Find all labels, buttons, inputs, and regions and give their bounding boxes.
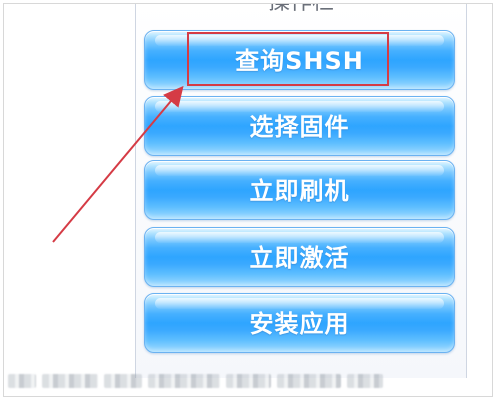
install-app-button-label: 安装应用: [249, 310, 350, 338]
flash-now-button-label: 立即刷机: [249, 177, 350, 205]
select-firmware-button[interactable]: 选择固件: [144, 96, 455, 156]
select-firmware-button-label: 选择固件: [249, 113, 350, 141]
query-shsh-button-label: 查询SHSH: [235, 47, 364, 75]
blurred-footer: [8, 364, 492, 396]
blurred-text-block: [277, 374, 341, 388]
screenshot-frame: 操作栏 查询SHSH 选择固件 立即刷机 立即激活 安装应用: [3, 3, 493, 397]
blurred-text-block: [104, 374, 142, 388]
activate-now-button[interactable]: 立即激活: [144, 227, 455, 287]
blurred-text-block: [8, 374, 36, 388]
blurred-text-block: [42, 374, 98, 388]
blurred-text-block: [148, 374, 220, 388]
operation-panel: 操作栏 查询SHSH 选择固件 立即刷机 立即激活 安装应用: [135, 4, 467, 378]
blurred-text-block: [347, 374, 383, 388]
flash-now-button[interactable]: 立即刷机: [144, 160, 455, 220]
activate-now-button-label: 立即激活: [249, 244, 350, 272]
panel-title: 操作栏: [136, 4, 466, 15]
install-app-button[interactable]: 安装应用: [144, 293, 455, 353]
blurred-text-block: [226, 374, 271, 388]
